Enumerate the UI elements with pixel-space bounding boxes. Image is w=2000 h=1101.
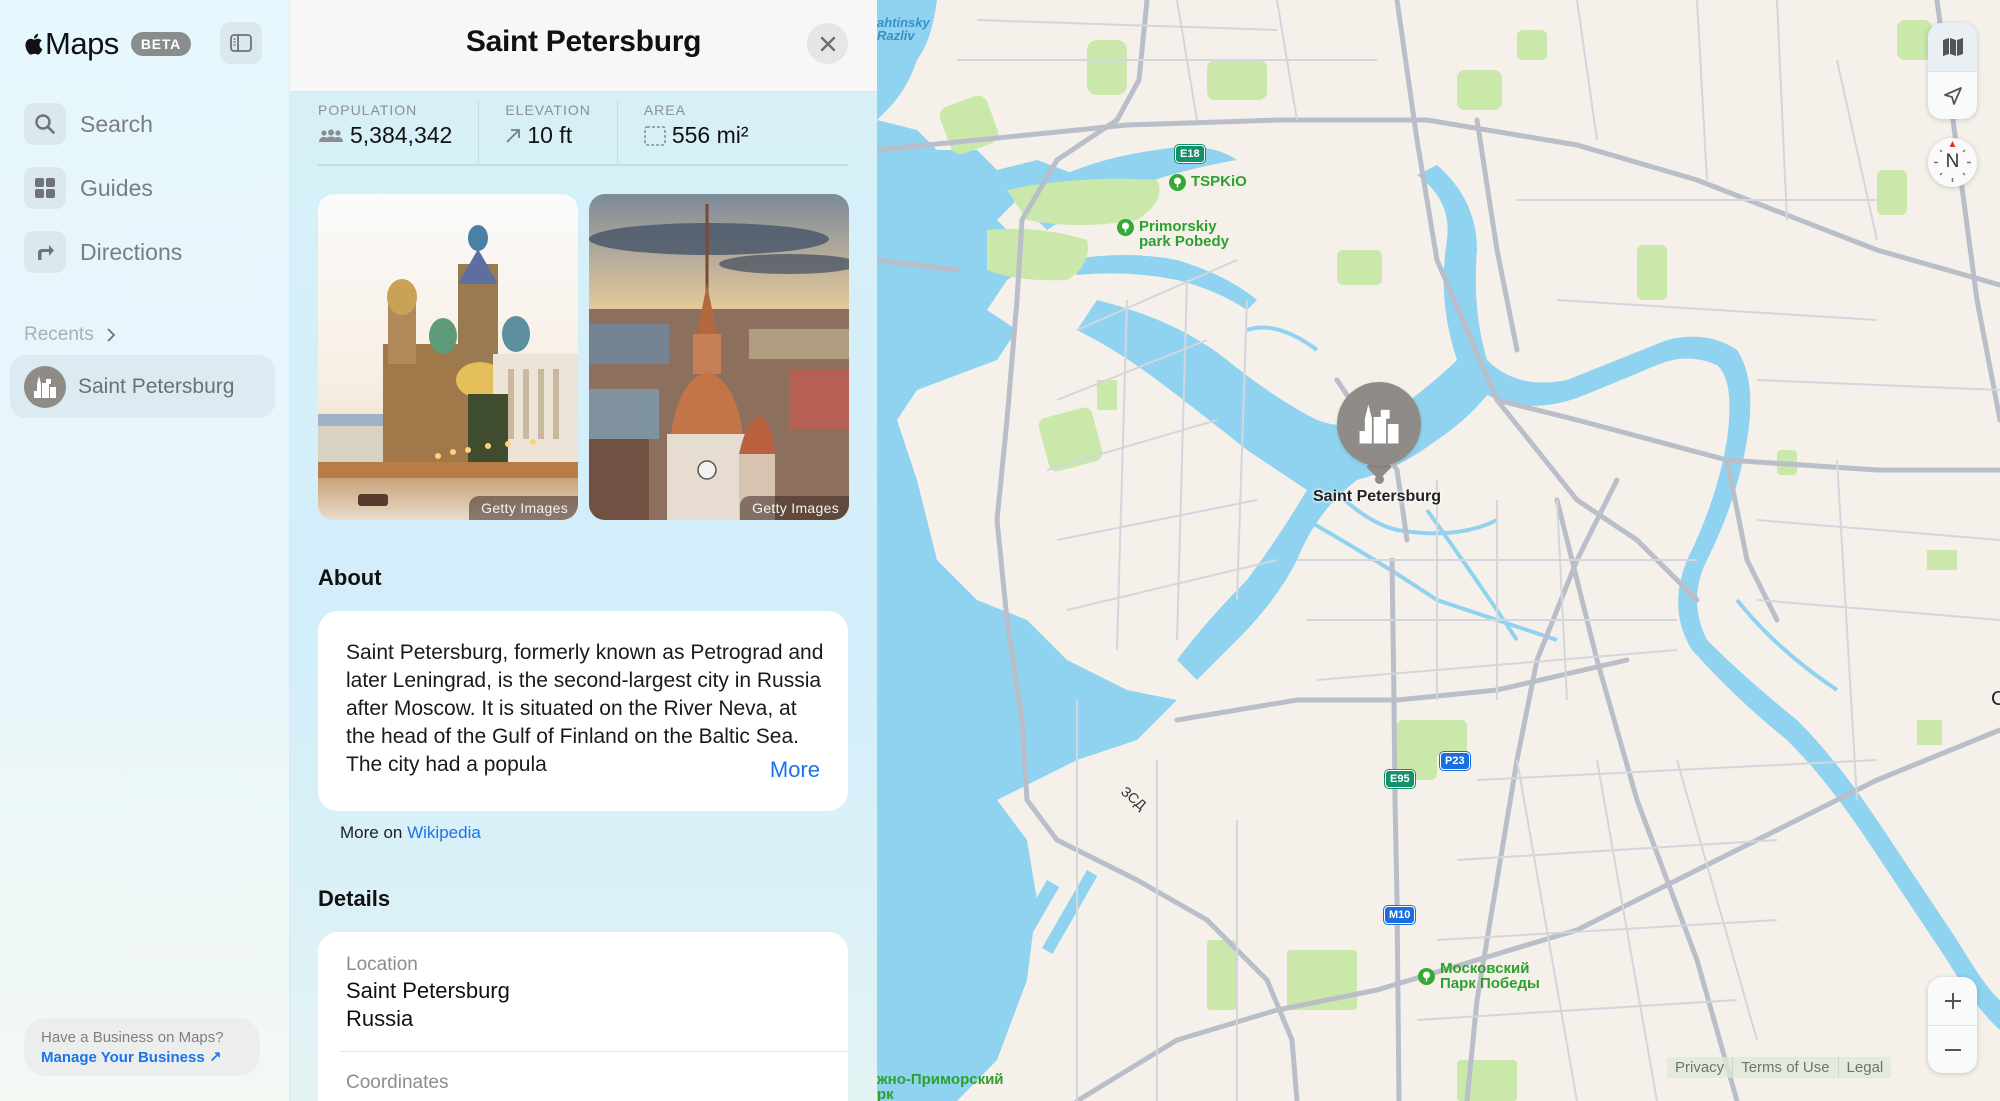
turn-right-arrow-icon [24,231,66,273]
details-card: Location Saint Petersburg Russia Coordin… [318,932,848,1101]
tree-icon [1117,219,1134,236]
park-label-tspkio[interactable]: TSPKiO [1169,174,1247,191]
sidebar-toggle-button[interactable] [220,22,262,64]
legal-link[interactable]: Legal [1837,1057,1892,1078]
zoom-in-button[interactable] [1928,977,1977,1025]
privacy-link[interactable]: Privacy [1667,1057,1733,1078]
city-icon [1359,404,1399,444]
place-stats: POPULATION 5,384,342 ELEVATION 10 ft ARE… [318,100,848,166]
map-controls-top [1928,23,1977,119]
stat-value: 5,384,342 [350,122,453,148]
park-label-moskovsky[interactable]: Московский Парк Победы [1418,961,1540,991]
sidebar-item-directions[interactable]: Directions [24,231,182,273]
map-base [877,0,2000,1101]
map-footer-links: Privacy Terms of Use Legal [1667,1057,1892,1078]
stat-elevation: ELEVATION 10 ft [478,100,617,164]
city-pin[interactable] [1337,382,1421,466]
about-heading: About [318,565,382,590]
place-panel: Saint Petersburg POPULATION 5,384,342 EL… [290,0,877,1101]
wikipedia-source: More on Wikipedia [340,823,481,843]
road-shield-p23: P23 [1439,751,1471,771]
location-arrow-icon [1943,86,1962,105]
partial-label: C [1991,688,2000,710]
close-icon [820,36,835,51]
photo-credit: Getty Images [740,496,849,520]
sidebar-item-guides[interactable]: Guides [24,167,182,209]
app-name: Maps [45,26,119,61]
location-line2: Russia [346,1006,414,1031]
recent-item-label: Saint Petersburg [78,374,235,398]
panel-header: Saint Petersburg [290,0,877,92]
park-label-yuzhno-primorsky[interactable]: жно-Приморский рк [877,1072,1004,1101]
recents-header[interactable]: Recents [24,324,116,346]
cathedral-photo [318,194,578,520]
park-label-primorskiy[interactable]: Primorskiy park Pobedy [1117,219,1229,249]
tree-icon [1169,174,1186,191]
recents-label: Recents [24,324,94,345]
grid-icon [24,167,66,209]
apple-logo-icon [25,33,43,55]
location-line1: Saint Petersburg [346,978,510,1003]
stat-label: POPULATION [318,102,418,118]
people-icon [319,129,343,142]
more-button[interactable]: More [763,757,820,783]
minus-icon [1944,1048,1961,1051]
tree-icon [1418,968,1435,985]
plus-icon [1944,993,1961,1009]
place-photo[interactable]: Getty Images [589,194,849,520]
photo-credit: Getty Images [469,496,578,520]
place-title: Saint Petersburg [465,25,702,58]
manage-business-link[interactable]: Manage Your Business ↗ [41,1048,221,1066]
elevation-arrow-icon [506,128,521,143]
city-pin-label[interactable]: Saint Petersburg [1313,488,1441,506]
map-icon [1942,38,1963,56]
terms-link[interactable]: Terms of Use [1732,1057,1838,1078]
stat-population: POPULATION 5,384,342 [318,100,478,164]
beta-badge: BETA [130,32,192,56]
pin-location-dot [1375,475,1384,484]
chevron-right-icon [107,328,115,342]
zoom-controls [1928,977,1977,1073]
business-question: Have a Business on Maps? [41,1029,224,1046]
sidebar-item-search[interactable]: Search [24,103,182,145]
stat-area: AREA 556 mi² [616,100,775,164]
sidebar-toggle-icon [230,34,252,52]
map-canvas[interactable]: ahtinsky Razliv TSPKiO Primorskiy park Po… [877,0,2000,1101]
search-icon [24,103,66,145]
spire-photo [589,194,849,520]
sidebar-nav: Search Guides Directions [24,103,182,295]
stat-value: 556 mi² [671,122,749,148]
road-shield-m10: M10 [1382,905,1417,925]
app-logo[interactable]: Maps BETA [23,26,192,62]
road-shield-e95: E95 [1384,769,1416,789]
road-shield-e18: E18 [1174,144,1206,164]
current-location-button[interactable] [1928,71,1977,119]
divider [340,1051,848,1052]
coordinates-label: Coordinates [346,1072,449,1093]
water-label: ahtinsky Razliv [877,15,930,43]
place-photo[interactable]: Getty Images [318,194,578,520]
stat-label: ELEVATION [505,102,591,118]
sidebar-item-label: Directions [80,238,183,265]
close-button[interactable] [807,23,848,64]
sidebar-item-label: Search [80,110,153,137]
city-icon [24,365,66,408]
business-promo: Have a Business on Maps? Manage Your Bus… [24,1018,260,1076]
sidebar: Maps BETA Search Guides Directions Recen… [0,0,290,1101]
compass-north-label: N [1945,151,1960,172]
area-dashed-square-icon [644,125,666,146]
details-heading: Details [318,886,391,911]
source-prefix: More on [340,823,403,842]
sidebar-item-label: Guides [80,174,153,201]
wikipedia-link[interactable]: Wikipedia [407,823,481,842]
compass-button[interactable]: N [1928,138,1977,187]
stat-value: 10 ft [527,122,573,148]
about-card: Saint Petersburg, formerly known as Petr… [318,611,848,811]
stat-label: AREA [643,102,686,118]
recent-item[interactable]: Saint Petersburg [10,355,275,418]
location-label: Location [346,954,418,975]
map-mode-button[interactable] [1928,23,1977,71]
zoom-out-button[interactable] [1928,1025,1977,1073]
